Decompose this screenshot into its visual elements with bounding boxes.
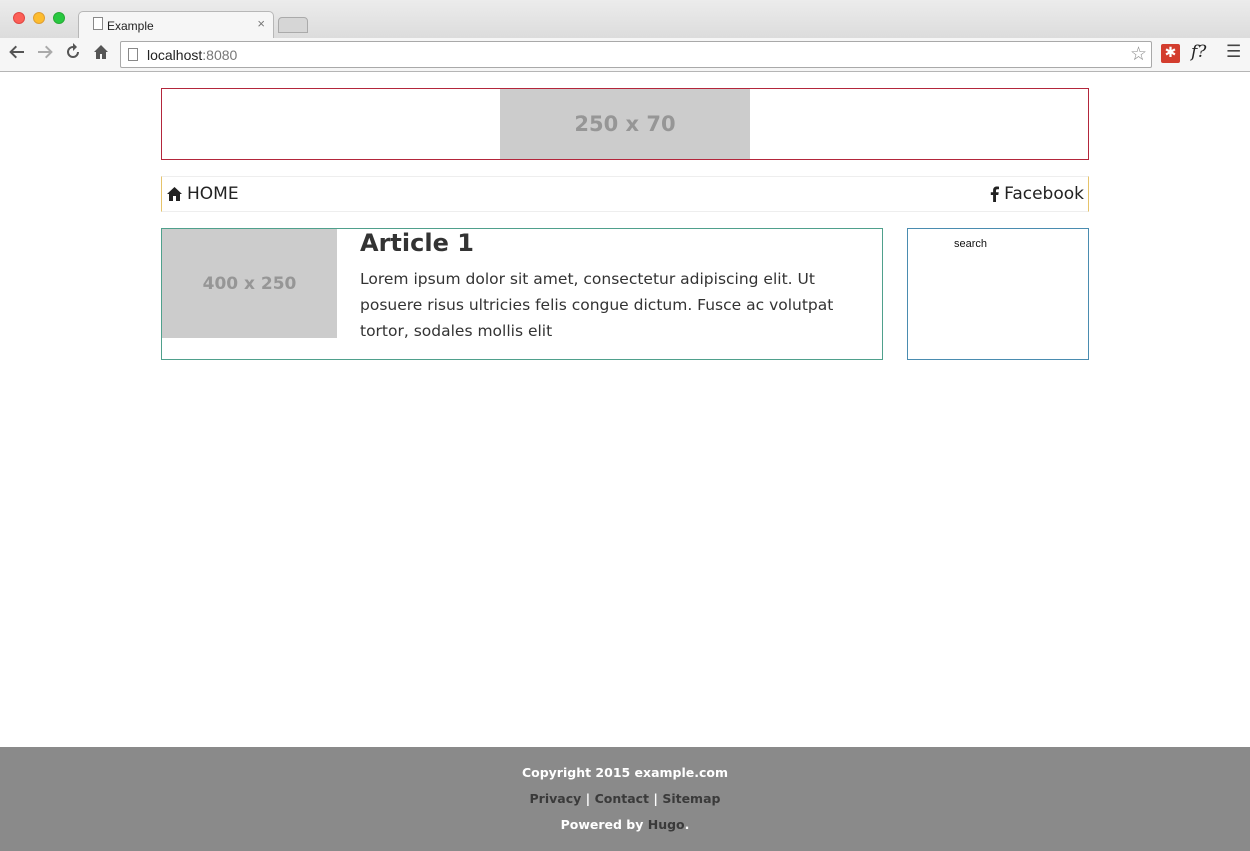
- new-tab-button[interactable]: [278, 17, 308, 33]
- article-summary: Lorem ipsum dolor sit amet, consectetur …: [360, 270, 834, 340]
- sidebar: search: [907, 228, 1089, 360]
- footer-link-sitemap[interactable]: Sitemap: [662, 791, 720, 806]
- footer-link-privacy[interactable]: Privacy: [530, 791, 582, 806]
- footer-link-contact[interactable]: Contact: [595, 791, 649, 806]
- extension-red-icon[interactable]: ✱: [1161, 44, 1180, 63]
- nav-home-link[interactable]: HOME: [167, 184, 239, 204]
- menu-icon[interactable]: ☰: [1226, 42, 1241, 62]
- page-icon: [128, 48, 138, 61]
- browser-toolbar: localhost:8080 ☆: [0, 38, 1250, 72]
- tab-title: Example: [107, 19, 154, 33]
- extension-f-icon[interactable]: f?: [1191, 42, 1206, 62]
- forward-icon[interactable]: [34, 43, 56, 65]
- search-label: search: [954, 238, 988, 250]
- nav-home-label: HOME: [187, 184, 239, 204]
- hugo-link[interactable]: Hugo: [648, 817, 685, 832]
- zoom-window-button[interactable]: [53, 12, 65, 24]
- minimize-window-button[interactable]: [33, 12, 45, 24]
- footer-separator: |: [653, 791, 663, 806]
- header-banner: 250 x 70: [161, 88, 1089, 160]
- article-image-placeholder: 400 x 250: [162, 229, 337, 338]
- banner-image-placeholder: 250 x 70: [500, 89, 750, 159]
- url-text: localhost:8080: [147, 47, 238, 63]
- article-title[interactable]: Article 1: [360, 229, 474, 257]
- home-browser-icon[interactable]: [90, 43, 112, 65]
- site-navbar: HOME Facebook: [161, 176, 1089, 212]
- reload-icon[interactable]: [62, 43, 84, 65]
- footer-separator: |: [585, 791, 595, 806]
- article-card: 400 x 250 Article 1 Lorem ipsum dolor si…: [161, 228, 883, 360]
- nav-facebook-link[interactable]: Facebook: [990, 184, 1084, 204]
- address-bar[interactable]: localhost:8080 ☆: [120, 41, 1152, 68]
- tab-close-icon[interactable]: ×: [257, 16, 265, 31]
- bookmark-star-icon[interactable]: ☆: [1130, 43, 1147, 65]
- footer-powered-by: Powered by Hugo.: [0, 817, 1250, 832]
- footer-copyright: Copyright 2015 example.com: [521, 765, 729, 780]
- close-window-button[interactable]: [13, 12, 25, 24]
- facebook-icon: [990, 186, 1000, 202]
- page-icon: [93, 17, 103, 30]
- home-icon: [167, 187, 182, 201]
- back-icon[interactable]: [6, 43, 28, 65]
- footer-links: Privacy | Contact | Sitemap: [0, 791, 1250, 806]
- browser-tabbar: Example ×: [0, 0, 1250, 39]
- powered-by-suffix: .: [684, 817, 690, 832]
- powered-by-prefix: Powered by: [560, 817, 648, 832]
- site-footer: Copyright 2015 example.com Privacy | Con…: [0, 747, 1250, 851]
- nav-facebook-label: Facebook: [1004, 184, 1084, 204]
- browser-tab[interactable]: Example ×: [78, 11, 274, 39]
